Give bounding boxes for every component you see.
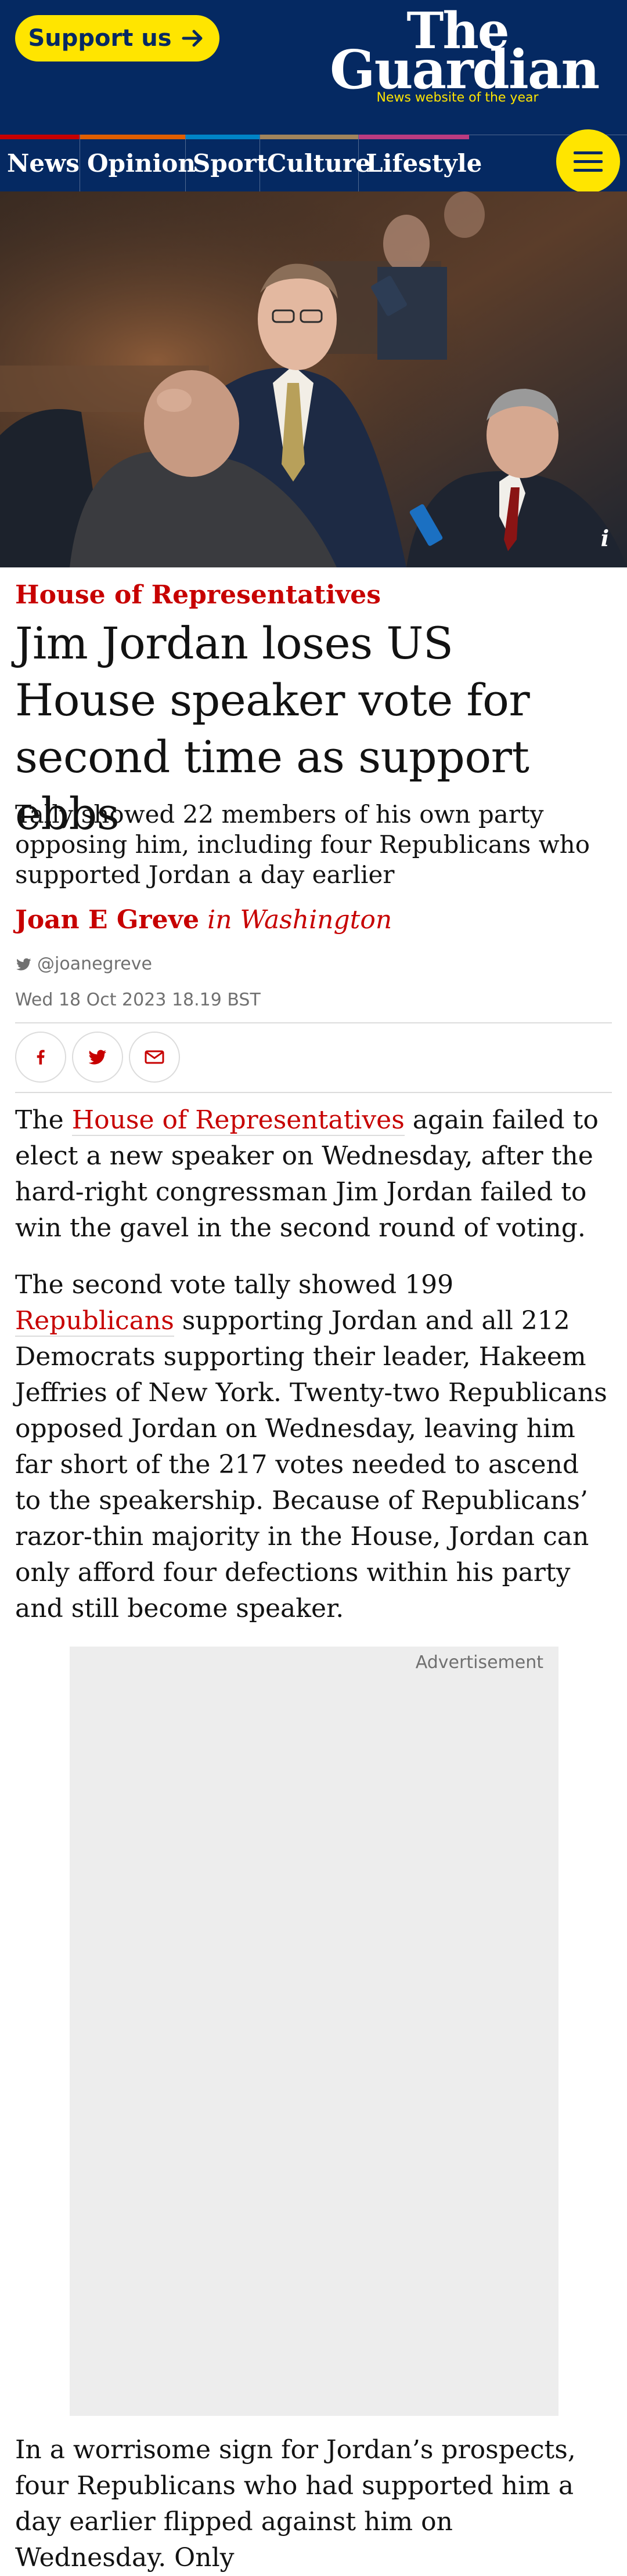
para-text: The second vote tally showed 199 [15, 1270, 454, 1300]
divider [15, 1022, 612, 1023]
publish-date: Wed 18 Oct 2023 18.19 BST [15, 990, 261, 1010]
facebook-icon [37, 1050, 45, 1065]
nav-item-news[interactable]: News [0, 135, 80, 192]
twitter-handle: @joanegreve [37, 954, 152, 974]
body-paragraph: In a worrisome sign for Jordan’s prospec… [15, 2435, 576, 2573]
hero-photo-illustration [0, 191, 627, 567]
section-kicker[interactable]: House of Representatives [15, 580, 381, 610]
nav-accent [359, 135, 469, 139]
share-twitter-button[interactable] [72, 1032, 123, 1083]
divider [15, 1092, 612, 1093]
nav-label: Lifestyle [366, 149, 482, 178]
pillar-nav: News Opinion Sport Culture Lifestyle [0, 135, 627, 192]
inline-link[interactable]: Republicans [15, 1306, 174, 1337]
ad-label: Advertisement [415, 1652, 543, 1673]
standfirst: Tally showed 22 members of his own party… [15, 800, 590, 889]
hamburger-icon [574, 160, 603, 163]
advertisement-slot[interactable]: Advertisement [70, 1647, 558, 2416]
hero-image: i [0, 191, 627, 567]
nav-label: Culture [267, 149, 371, 178]
support-us-label: Support us [28, 25, 172, 52]
para-text: supporting Jordan and all 212 Democrats … [15, 1306, 607, 1623]
logo-line-guardian: Guardian [330, 38, 600, 101]
arrow-right-icon [182, 30, 203, 47]
masthead: Support us The Guardian News website of … [0, 0, 627, 135]
body-paragraph: The House of Representatives again faile… [15, 1102, 612, 1246]
nav-label: Sport [193, 149, 268, 178]
nav-accent [80, 135, 185, 139]
nav-accent [186, 135, 260, 139]
nav-item-sport[interactable]: Sport [186, 135, 268, 192]
hamburger-icon [574, 151, 603, 154]
hamburger-icon [574, 169, 603, 172]
byline-location: in Washington [207, 905, 392, 935]
body-paragraph: The second vote tally showed 199 Republi… [15, 1267, 612, 1627]
nav-label: News [7, 149, 80, 178]
twitter-icon [16, 958, 31, 970]
twitter-icon [88, 1050, 106, 1065]
share-facebook-button[interactable] [15, 1032, 66, 1083]
logo-tagline: News website of the year [376, 91, 539, 105]
byline: Joan E Greve in Washington [15, 905, 392, 935]
nav-accent [260, 135, 358, 139]
byline-author[interactable]: Joan E Greve [15, 905, 199, 935]
inline-link[interactable]: House of Representatives [71, 1105, 405, 1136]
author-twitter[interactable]: @joanegreve [15, 954, 152, 974]
share-email-button[interactable] [129, 1032, 180, 1083]
nav-accent [0, 135, 80, 139]
nav-item-opinion[interactable]: Opinion [80, 135, 196, 192]
email-icon [145, 1050, 164, 1064]
para-text: The [15, 1105, 72, 1135]
nav-item-lifestyle[interactable]: Lifestyle [359, 135, 482, 192]
nav-label: Opinion [87, 149, 196, 178]
info-icon[interactable]: i [593, 527, 617, 550]
menu-button[interactable] [556, 129, 620, 193]
support-us-button[interactable]: Support us [15, 15, 219, 61]
guardian-logo[interactable]: The Guardian News website of the year [330, 5, 600, 106]
nav-item-culture[interactable]: Culture [260, 135, 371, 192]
